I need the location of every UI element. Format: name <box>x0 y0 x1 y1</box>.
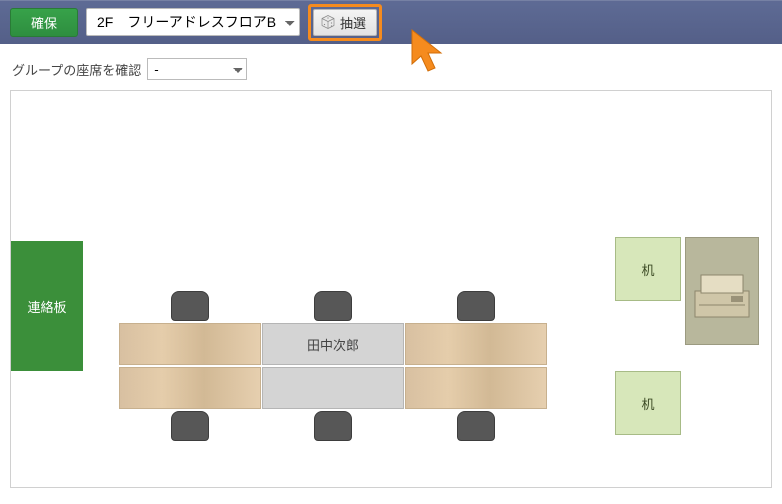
chair[interactable] <box>314 291 352 321</box>
draw-lottery-button[interactable]: 抽選 <box>313 9 377 36</box>
chair[interactable] <box>171 291 209 321</box>
desk-occupied-empty[interactable] <box>262 367 404 409</box>
desk-row-2 <box>119 367 547 409</box>
desk[interactable] <box>405 323 547 365</box>
desk[interactable] <box>405 367 547 409</box>
confirm-button[interactable]: 確保 <box>10 8 78 37</box>
small-desk[interactable]: 机 <box>615 237 681 301</box>
small-desk[interactable]: 机 <box>615 371 681 435</box>
chair[interactable] <box>457 411 495 441</box>
desk[interactable] <box>119 367 261 409</box>
floor-select[interactable]: 2F フリーアドレスフロアB <box>86 8 300 36</box>
draw-button-label: 抽選 <box>340 13 366 32</box>
header-toolbar: 確保 2F フリーアドレスフロアB 抽選 <box>0 0 782 44</box>
renraku-board[interactable]: 連絡板 <box>11 241 83 371</box>
group-select[interactable]: - <box>147 58 247 80</box>
desk-occupied[interactable]: 田中次郎 <box>262 323 404 365</box>
chair[interactable] <box>171 411 209 441</box>
printer-icon <box>691 267 753 323</box>
chair[interactable] <box>457 291 495 321</box>
chair[interactable] <box>314 411 352 441</box>
seat-map-inner: 連絡板 田中次郎 机 机 <box>11 91 771 488</box>
group-seat-label: グループの座席を確認 <box>12 60 141 79</box>
draw-button-highlight: 抽選 <box>308 4 382 41</box>
desk[interactable] <box>119 323 261 365</box>
group-seat-subbar: グループの座席を確認 - <box>0 44 782 90</box>
desk-row-1: 田中次郎 <box>119 323 547 365</box>
seat-map-canvas[interactable]: 連絡板 田中次郎 机 机 <box>10 90 772 488</box>
dice-icon <box>320 14 336 30</box>
